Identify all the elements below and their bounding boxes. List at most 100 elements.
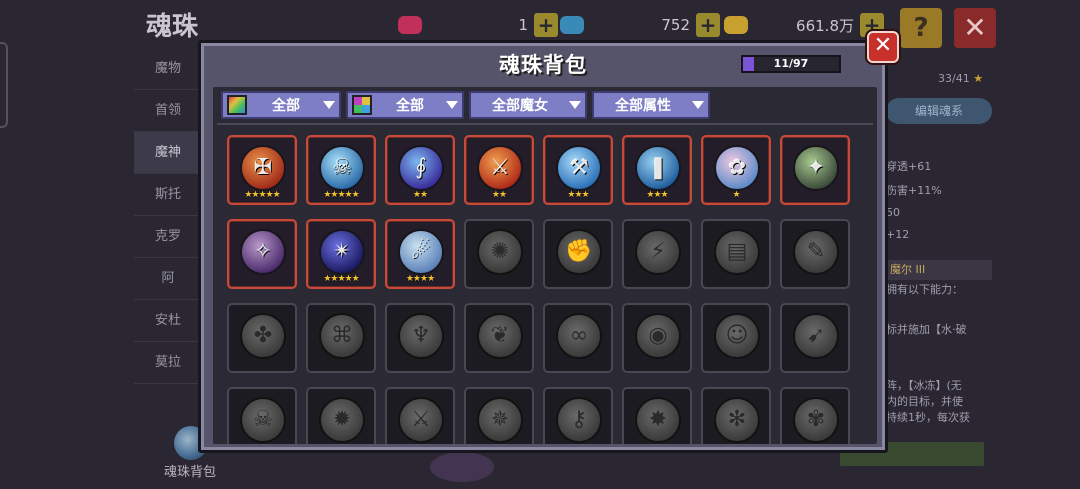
soul-orb-slot[interactable]: ☠ ★★★★★ [306,135,376,205]
soul-orb-slot[interactable]: ✿ ★ [701,135,771,205]
star-rating: ★★ [491,190,507,200]
side-menu-item[interactable]: 魔物 [134,48,202,90]
orb-glyph: ∞ [569,323,589,348]
soul-orb-slot[interactable]: ✧ [227,219,297,289]
witch-filter-dropdown[interactable]: 全部魔女 [469,91,587,119]
locked-soul-orb-slot[interactable]: ✤ [227,303,297,373]
modal-close-button[interactable]: ✕ [867,31,899,63]
orb-glyph: ✻ [727,407,747,432]
locked-soul-orb-slot[interactable]: ✊ [543,219,613,289]
side-menu-item[interactable]: 莫拉 [134,342,202,384]
orb-glyph: ☠ [332,155,352,180]
locked-soul-orb-slot[interactable]: ⚷ [543,387,613,444]
soul-orb-slot[interactable]: ✠ ★★★★★ [227,135,297,205]
locked-soul-orb-slot[interactable]: ⚡ [622,219,692,289]
soul-orb-slot[interactable]: ✦ [780,135,850,205]
locked-soul-orb-slot[interactable]: ☠ [227,387,297,444]
lotus-orb-icon: ✿ [714,145,760,191]
locked-key-orb-icon: ⚷ [556,397,602,443]
locked-shackle-orb-icon: ∞ [556,313,602,359]
soul-orb-slot[interactable]: ⚒ ★★★ [543,135,613,205]
fire-sword-orb-icon: ⚔ [477,145,523,191]
star-rating: ★★★★★ [323,274,359,284]
gold-compass-orb-icon: ☄ [398,229,444,275]
locked-dragon-orb-icon: ✸ [635,397,681,443]
soul-bag-label[interactable]: 魂珠背包 [164,461,216,480]
filter-label: 全部 [396,98,424,114]
locked-soul-orb-slot[interactable]: ∞ [543,303,613,373]
skill-text: 阵，【冰冻】(无 [886,379,962,392]
help-button[interactable]: ? [900,8,942,48]
modal-content: 全部 全部 全部魔女 全部属性 ✠ ★★★★★ ☠ ★★★★★ ∮ ★★ ⚔ ★★ ⚒ ★★★ ❚ ★… [213,87,877,444]
orb-glyph: ✾ [806,407,826,432]
gold-icon [724,16,748,34]
gem-resource: 1 + [398,13,558,37]
locked-soul-orb-slot[interactable]: ✺ [464,219,534,289]
locked-maze-orb-icon: ⌘ [319,313,365,359]
orb-glyph: ✊ [565,239,593,264]
locked-soul-orb-slot[interactable]: ❦ [464,303,534,373]
locked-soul-orb-slot[interactable]: ☺ [701,303,771,373]
locked-soul-orb-slot[interactable]: ✸ [622,387,692,444]
locked-soul-orb-slot[interactable]: ✎ [780,219,850,289]
skill-name: 魔尔 III [886,260,992,280]
side-menu-item[interactable]: 阿 [134,258,202,300]
locked-soul-orb-slot[interactable]: ➹ [780,303,850,373]
locked-dagger-orb-icon: ✎ [793,229,839,275]
soul-orb-slot[interactable]: ☄ ★★★★ [385,219,455,289]
locked-eye-orb-icon: ◉ [635,313,681,359]
soul-orb-slot[interactable]: ✴ ★★★★★ [306,219,376,289]
locked-cat-orb-icon: ❦ [477,313,523,359]
locked-bird-orb-icon: ✻ [714,397,760,443]
locked-tablet-orb-icon: ▤ [714,229,760,275]
orb-glyph: ⚔ [490,155,510,180]
right-detail-panel: 33/41 ★ 编辑魂系 穿透+61 伤害+11% 50 +12 魔尔 III … [878,56,996,476]
locked-face-orb-icon: ☺ [714,313,760,359]
quad-color-square-icon [352,95,372,115]
screen-close-button[interactable]: ✕ [954,8,996,48]
soul-orb-slot[interactable]: ∮ ★★ [385,135,455,205]
orb-glyph: ❦ [490,323,510,348]
side-menu-item[interactable]: 首领 [134,90,202,132]
locked-soul-orb-slot[interactable]: ♆ [385,303,455,373]
gold-resource: 661.8万 + [724,13,884,37]
left-edge-tab [0,42,8,128]
locked-soul-orb-slot[interactable]: ✾ [780,387,850,444]
soul-orb-slot[interactable]: ❚ ★★★ [622,135,692,205]
locked-soul-orb-slot[interactable]: ✹ [306,387,376,444]
locked-mask-orb-icon: ✾ [793,397,839,443]
locked-soul-orb-slot[interactable]: ◉ [622,303,692,373]
side-menu-item[interactable]: 斯托 [134,174,202,216]
filter-label: 全部属性 [615,98,671,114]
flame-cross-orb-icon: ✠ [240,145,286,191]
orb-glyph: ◉ [648,323,668,348]
orb-glyph: ➹ [806,323,826,348]
crystal-plus-button[interactable]: + [696,13,720,37]
attribute-filter-dropdown[interactable]: 全部属性 [592,91,710,119]
stat-line: 伤害+11% [886,184,942,197]
locked-soul-orb-slot[interactable]: ✻ [701,387,771,444]
rainbow-square-icon [227,95,247,115]
purple-rune-orb-icon: ✧ [240,229,286,275]
side-menu-item[interactable]: 安杜 [134,300,202,342]
filter-row: 全部 全部 全部魔女 全部属性 [221,91,710,119]
locked-soul-orb-slot[interactable]: ⚔ [385,387,455,444]
filter-label: 全部 [272,98,300,114]
rarity-filter-dropdown[interactable]: 全部 [221,91,341,119]
ice-skeleton-orb-icon: ☠ [319,145,365,191]
gem-plus-button[interactable]: + [534,13,558,37]
locked-soul-orb-slot[interactable]: ⌘ [306,303,376,373]
star-icon: ★ [973,72,984,85]
locked-soul-orb-slot[interactable]: ▤ [701,219,771,289]
gem-value: 1 [518,16,528,34]
element-filter-dropdown[interactable]: 全部 [346,91,464,119]
star-rating: ★★★★ [405,274,435,284]
orb-glyph: ❚ [648,155,668,180]
side-menu-item-active[interactable]: 魔神 [134,132,202,174]
locked-soul-orb-slot[interactable]: ✵ [464,387,534,444]
side-menu-item[interactable]: 克罗 [134,216,202,258]
orb-glyph: ⚒ [569,155,589,180]
soul-orb-slot[interactable]: ⚔ ★★ [464,135,534,205]
star-rating: ★★★★★ [244,190,280,200]
edit-soul-system-button[interactable]: 编辑魂系 [886,98,992,124]
